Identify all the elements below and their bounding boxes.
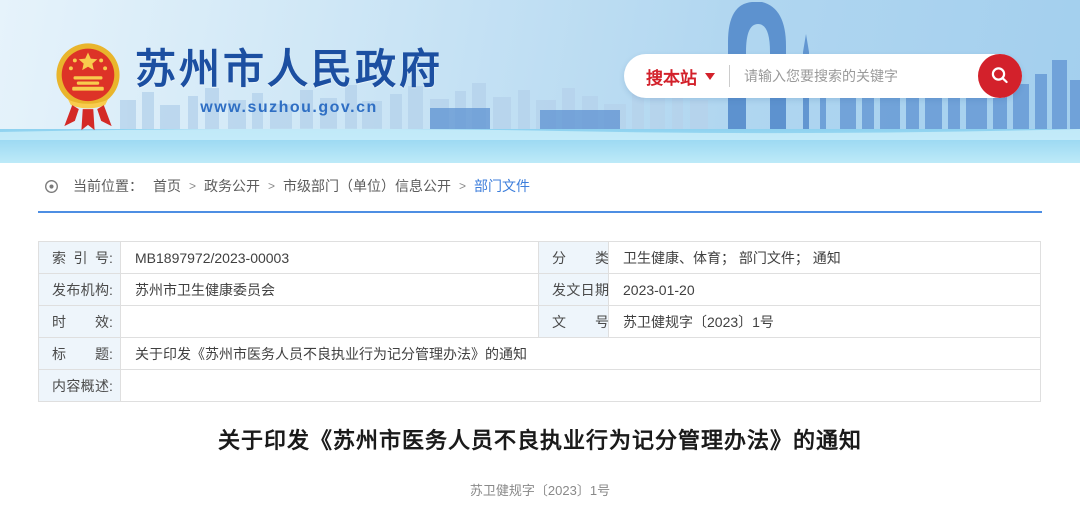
meta-label-issue-date: 发文日期: xyxy=(538,273,609,306)
table-row: 内容概述: xyxy=(38,369,1041,402)
breadcrumb-separator: > xyxy=(268,179,276,193)
meta-label-category: 分类: xyxy=(538,241,609,274)
breadcrumb-separator: > xyxy=(459,179,467,193)
site-url: www.suzhou.gov.cn xyxy=(200,99,378,117)
meta-label-summary: 内容概述: xyxy=(38,369,121,402)
meta-value-category: 卫生健康、体育； 部门文件； 通知 xyxy=(608,241,1041,274)
meta-label-title: 标题: xyxy=(38,337,121,370)
search-scope-dropdown[interactable]: 搜本站 xyxy=(624,64,729,89)
search-input[interactable] xyxy=(730,68,978,84)
document-meta-table: 索引号: MB1897972/2023-00003 分类: 卫生健康、体育； 部… xyxy=(38,241,1041,402)
meta-label-doc-number: 文号: xyxy=(538,305,609,338)
site-title: 苏州市人民政府 xyxy=(135,46,443,92)
meta-value-validity xyxy=(120,305,539,338)
breadcrumb-item-dept-disclosure[interactable]: 市级部门（单位）信息公开 xyxy=(283,176,451,196)
breadcrumb-item-dept-documents[interactable]: 部门文件 xyxy=(474,176,530,196)
breadcrumb-separator: > xyxy=(189,179,197,193)
meta-value-issue-date: 2023-01-20 xyxy=(608,273,1041,306)
chevron-down-icon xyxy=(705,72,715,80)
meta-value-issuing-agency: 苏州市卫生健康委员会 xyxy=(120,273,539,306)
meta-value-index-number: MB1897972/2023-00003 xyxy=(120,241,539,274)
table-row: 标题: 关于印发《苏州市医务人员不良执业行为记分管理办法》的通知 xyxy=(38,337,1041,370)
meta-value-doc-number: 苏卫健规字〔2023〕1号 xyxy=(608,305,1041,338)
meta-label-index-number: 索引号: xyxy=(38,241,121,274)
location-icon xyxy=(45,179,58,193)
meta-label-validity: 时效: xyxy=(38,305,121,338)
table-row: 索引号: MB1897972/2023-00003 分类: 卫生健康、体育； 部… xyxy=(38,241,1041,274)
breadcrumb-prefix: 当前位置： xyxy=(73,178,143,194)
search-icon xyxy=(991,67,1008,84)
site-logo-link[interactable]: 苏州市人民政府 www.suzhou.gov.cn xyxy=(55,42,443,138)
table-row: 发布机构: 苏州市卫生健康委员会 发文日期: 2023-01-20 xyxy=(38,273,1041,306)
brand-text: 苏州市人民政府 www.suzhou.gov.cn xyxy=(135,42,443,117)
breadcrumb-item-home[interactable]: 首页 xyxy=(153,176,181,196)
section-divider xyxy=(38,211,1042,213)
table-row: 时效: 文号: 苏卫健规字〔2023〕1号 xyxy=(38,305,1041,338)
site-header: 苏州市人民政府 www.suzhou.gov.cn 搜本站 xyxy=(0,0,1080,163)
search-bar: 搜本站 xyxy=(624,54,1022,98)
article-title: 关于印发《苏州市医务人员不良执业行为记分管理办法》的通知 xyxy=(217,428,862,453)
meta-value-summary xyxy=(120,369,1041,402)
meta-label-issuing-agency: 发布机构: xyxy=(38,273,121,306)
article-doc-number: 苏卫健规字〔2023〕1号 xyxy=(469,483,611,498)
national-emblem-icon xyxy=(56,43,120,131)
document-content: 索引号: MB1897972/2023-00003 分类: 卫生健康、体育； 部… xyxy=(38,241,1042,511)
meta-value-title: 关于印发《苏州市医务人员不良执业行为记分管理办法》的通知 xyxy=(120,337,1041,370)
breadcrumb-item-gov-info[interactable]: 政务公开 xyxy=(204,176,260,196)
search-scope-label: 搜本站 xyxy=(646,68,697,88)
search-button[interactable] xyxy=(978,54,1022,98)
breadcrumb: 当前位置： 首页 > 政务公开 > 市级部门（单位）信息公开 > 部门文件 xyxy=(44,176,1080,196)
